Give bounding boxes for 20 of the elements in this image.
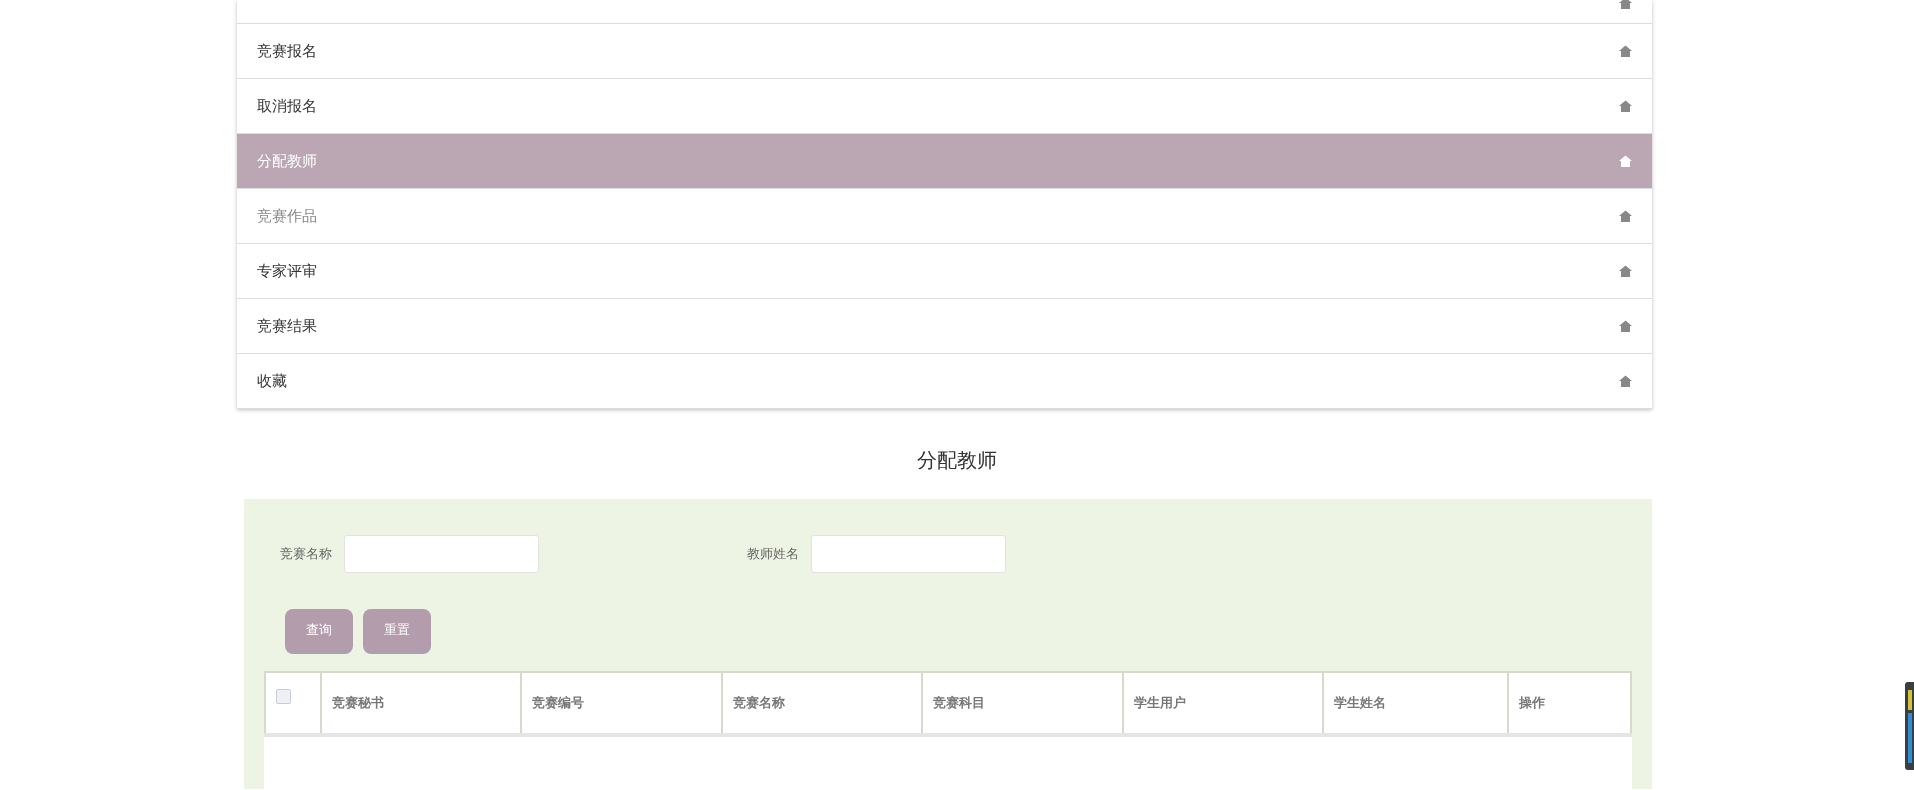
menu-item[interactable]: 竞赛作品 — [237, 189, 1652, 244]
menu-item[interactable]: 收藏 — [237, 354, 1652, 409]
home-icon — [1619, 210, 1632, 222]
page-title: 分配教师 — [917, 446, 997, 474]
home-icon — [1619, 0, 1632, 9]
home-icon — [1619, 320, 1632, 332]
input-field[interactable] — [811, 535, 1006, 573]
menu-item[interactable]: 专家评审 — [237, 244, 1652, 299]
home-icon — [1619, 45, 1632, 57]
input-field[interactable] — [344, 535, 539, 573]
home-icon — [1619, 155, 1632, 167]
level-meter-icon — [1905, 682, 1914, 770]
field-label: 教师姓名 — [747, 545, 799, 563]
home-icon — [1619, 100, 1632, 112]
home-icon — [1619, 265, 1632, 277]
field-label: 竞赛名称 — [280, 545, 332, 563]
menu-item[interactable]: 竞赛报名 — [237, 24, 1652, 79]
home-icon — [1619, 375, 1632, 387]
checkbox[interactable] — [276, 688, 291, 704]
menu-item[interactable]: 竞赛结果 — [237, 299, 1652, 354]
